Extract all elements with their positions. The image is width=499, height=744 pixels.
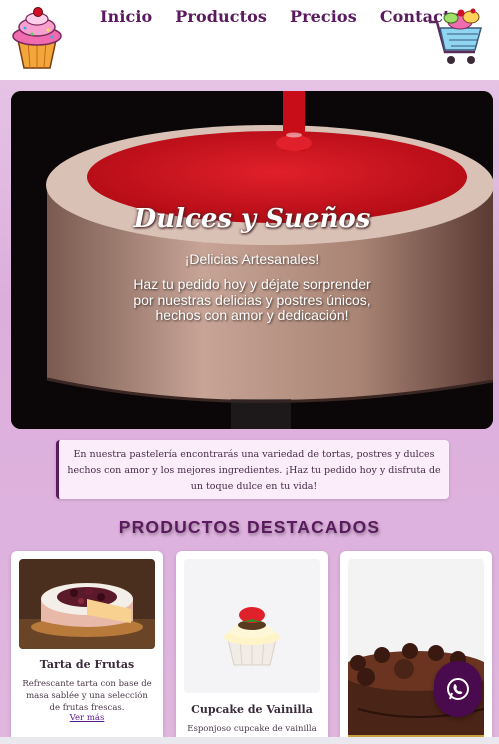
shopping-cart-icon[interactable]: [427, 8, 485, 68]
site-header: Inicio Productos Precios Contacto: [0, 0, 499, 80]
whatsapp-icon: [447, 678, 469, 700]
cupcake-logo-icon[interactable]: [8, 6, 66, 70]
product-image-cupcake: [184, 559, 320, 693]
product-desc: Esponjoso cupcake de vainilla: [187, 724, 317, 734]
product-card-tarta[interactable]: Tarta de Frutas Refrescante tarta con ba…: [11, 551, 163, 744]
see-more-link[interactable]: Ver más: [11, 713, 163, 723]
intro-text: En nuestra pastelería encontrarás una va…: [67, 449, 441, 492]
product-card-cupcake[interactable]: Cupcake de Vainilla Esponjoso cupcake de…: [176, 551, 328, 744]
hero-title: Dulces y Sueños: [133, 204, 371, 234]
hero-text: Haz tu pedido hoy y déjate sorprender po…: [133, 276, 371, 323]
product-desc: Refrescante tarta con base de masa sablé…: [22, 679, 152, 713]
bottom-scroll-area: [0, 737, 499, 744]
main-nav: Inicio Productos Precios Contacto: [100, 7, 461, 26]
product-name: Tarta de Frutas: [39, 658, 135, 671]
nav-item-inicio[interactable]: Inicio: [100, 7, 152, 26]
product-name: Cupcake de Vainilla: [191, 703, 313, 716]
whatsapp-button[interactable]: [434, 661, 482, 717]
intro-box: En nuestra pastelería encontrarás una va…: [56, 440, 449, 499]
product-card-chocolate[interactable]: [340, 551, 492, 744]
hero-banner: Dulces y Sueños ¡Delicias Artesanales! H…: [11, 91, 493, 429]
section-title: PRODUCTOS DESTACADOS: [118, 517, 381, 537]
product-image-tarta: [19, 559, 155, 649]
nav-item-precios[interactable]: Precios: [290, 7, 357, 26]
hero-subtitle: ¡Delicias Artesanales!: [184, 251, 320, 267]
nav-item-productos[interactable]: Productos: [175, 7, 267, 26]
